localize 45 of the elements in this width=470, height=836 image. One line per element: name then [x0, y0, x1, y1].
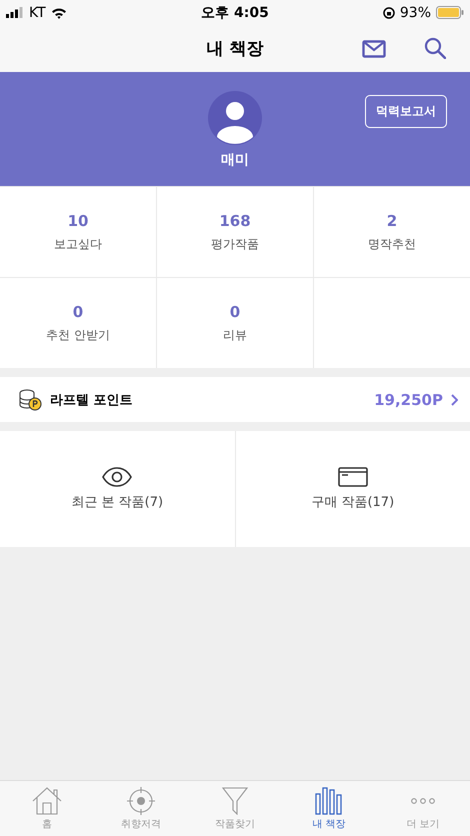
status-time: 오후 4:05 — [201, 4, 269, 22]
tab-item[interactable]: 내 책장 — [282, 781, 376, 836]
rotation-lock-icon — [382, 6, 395, 18]
stat-value: 0 — [72, 302, 84, 320]
points-value: 19,250P — [374, 390, 443, 408]
stat-value: 2 — [386, 212, 398, 230]
shortcut-label: 최근 본 작품(7) — [71, 494, 164, 511]
battery-icon — [436, 6, 464, 19]
stat-label: 보고싶다 — [54, 236, 102, 252]
target-icon — [126, 786, 156, 814]
stat-label: 리뷰 — [223, 326, 247, 344]
stat-cell[interactable]: 0 추천 안받기 — [0, 278, 156, 368]
carrier-name: KT — [29, 4, 46, 20]
page-title: 내 책장 — [206, 38, 264, 60]
stat-label: 평가작품 — [211, 236, 259, 252]
avatar-icon — [208, 91, 262, 145]
points-label: 라프텔 포인트 — [50, 392, 134, 408]
filter-icon — [220, 786, 250, 814]
eye-icon — [102, 467, 132, 487]
coins-icon — [18, 388, 42, 410]
stat-label: 명작추천 — [368, 236, 416, 252]
stat-label: 추천 안받기 — [46, 326, 110, 344]
stat-cell[interactable]: 168 평가작품 — [157, 187, 313, 277]
bookshelf-icon — [314, 786, 344, 814]
mail-icon[interactable] — [362, 40, 386, 58]
stat-value: 0 — [230, 302, 240, 320]
home-icon — [32, 786, 62, 814]
shortcut-tile[interactable]: 최근 본 작품(7) — [0, 431, 234, 547]
stat-cell[interactable]: 2 명작추천 — [314, 187, 470, 277]
points-row[interactable]: 라프텔 포인트 19,250P — [0, 377, 470, 422]
shortcut-label: 구매 작품(17) — [311, 494, 394, 511]
user-name: 매미 — [221, 151, 249, 169]
stat-cell[interactable]: 0 리뷰 — [157, 278, 313, 368]
chevron-icon — [451, 394, 458, 406]
wifi-icon — [50, 6, 67, 18]
stat-cell[interactable]: 10 보고싶다 — [0, 187, 156, 277]
search-icon[interactable] — [424, 37, 446, 59]
report-button[interactable]: 덕력보고서 — [365, 95, 447, 128]
battery-percent: 93% — [400, 4, 431, 20]
stat-value: 10 — [68, 212, 88, 230]
more-icon — [411, 798, 435, 804]
shortcut-tile[interactable]: 구매 작품(17) — [236, 431, 470, 547]
signal-icon — [6, 7, 24, 18]
card-icon — [338, 467, 368, 487]
stat-value: 168 — [219, 212, 251, 230]
